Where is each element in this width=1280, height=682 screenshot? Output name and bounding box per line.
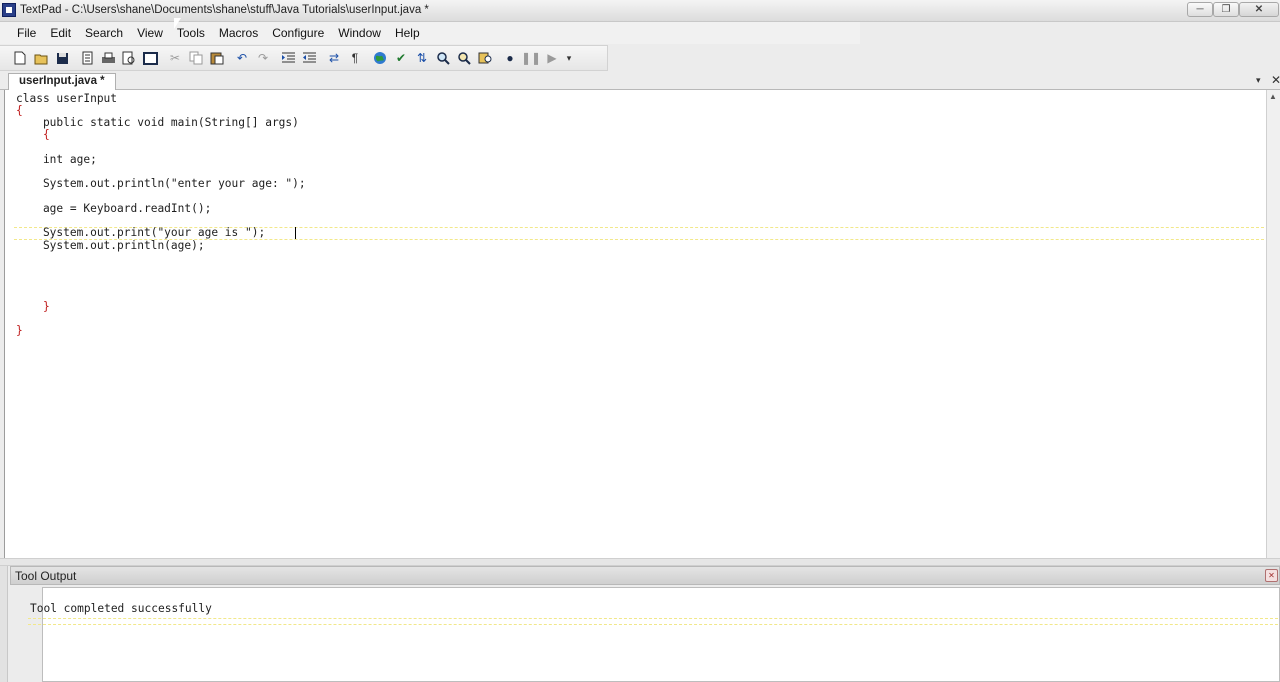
- editor-vertical-scrollbar[interactable]: [1266, 90, 1280, 558]
- minimize-button[interactable]: ─: [1187, 2, 1213, 17]
- code-line: {: [16, 128, 50, 141]
- menu-view[interactable]: View: [130, 26, 170, 40]
- code-line: age = Keyboard.readInt();: [16, 202, 212, 215]
- save-all-icon[interactable]: [77, 49, 97, 67]
- window-title: TextPad - C:\Users\shane\Documents\shane…: [20, 4, 429, 16]
- undo-icon[interactable]: ↶: [232, 49, 252, 67]
- menu-configure[interactable]: Configure: [265, 26, 331, 40]
- find-icon[interactable]: [433, 49, 453, 67]
- menu-search[interactable]: Search: [78, 26, 130, 40]
- tool-output-grip: [0, 566, 8, 682]
- print-preview-icon[interactable]: [119, 49, 139, 67]
- paste-icon[interactable]: [207, 49, 227, 67]
- copy-icon[interactable]: [186, 49, 206, 67]
- mouse-pointer-icon: [173, 17, 182, 30]
- code-editor[interactable]: [4, 90, 1266, 558]
- tool-output-header: Tool Output ✕: [10, 566, 1280, 585]
- code-line: }: [16, 324, 23, 337]
- tool-output-message: Tool completed successfully: [30, 602, 212, 615]
- menu-window[interactable]: Window: [331, 26, 388, 40]
- textpad-app-icon[interactable]: [2, 3, 16, 17]
- save-icon[interactable]: [52, 49, 72, 67]
- close-panel-icon[interactable]: ✕: [1265, 569, 1278, 582]
- redo-icon[interactable]: ↷: [253, 49, 273, 67]
- menu-bar: File Edit Search View Tools Macros Confi…: [0, 22, 860, 44]
- new-file-icon[interactable]: [10, 49, 30, 67]
- outdent-icon[interactable]: [299, 49, 319, 67]
- code-line: class userInput: [16, 92, 118, 105]
- panel-splitter[interactable]: [0, 558, 1280, 566]
- code-line: public static void main(String[] args): [16, 116, 299, 129]
- check-icon[interactable]: ✔: [391, 49, 411, 67]
- cut-icon[interactable]: ✂: [165, 49, 185, 67]
- sort-icon[interactable]: ⇅: [412, 49, 432, 67]
- indent-icon[interactable]: [278, 49, 298, 67]
- code-line: System.out.println("enter your age: ");: [16, 177, 306, 190]
- web-browser-icon[interactable]: [370, 49, 390, 67]
- maximize-button[interactable]: ❐: [1213, 2, 1239, 17]
- tool-output-title: Tool Output: [15, 569, 77, 583]
- menu-help[interactable]: Help: [388, 26, 427, 40]
- tab-dropdown-icon[interactable]: ▾: [1256, 75, 1261, 86]
- tab-userinput-java[interactable]: userInput.java *: [8, 73, 116, 90]
- word-wrap-icon[interactable]: ⇄: [324, 49, 344, 67]
- replace-icon[interactable]: [454, 49, 474, 67]
- menu-bar-filler: [860, 22, 1280, 44]
- menu-edit[interactable]: Edit: [43, 26, 78, 40]
- tool-output-body[interactable]: [42, 587, 1280, 682]
- document-tab-strip: userInput.java * ▾ ✕: [0, 72, 1280, 90]
- play-macro-icon[interactable]: ▶: [542, 49, 562, 67]
- text-cursor: [295, 227, 296, 239]
- close-window-button[interactable]: ✕: [1239, 2, 1279, 17]
- title-bar: TextPad - C:\Users\shane\Documents\shane…: [0, 0, 1280, 22]
- close-document-icon[interactable]: ✕: [1271, 73, 1280, 87]
- find-in-files-icon[interactable]: [475, 49, 495, 67]
- spell-check-icon[interactable]: [140, 49, 160, 67]
- output-line-highlight-top: [28, 618, 1278, 619]
- pilcrow-icon[interactable]: ¶: [345, 49, 365, 67]
- code-line: int age;: [16, 153, 97, 166]
- record-macro-icon[interactable]: ●: [500, 49, 520, 67]
- code-line: System.out.println(age);: [16, 239, 205, 252]
- scroll-up-icon[interactable]: ▲: [1267, 92, 1279, 104]
- output-line-highlight-bottom: [28, 624, 1278, 625]
- toolbar: ✂ ↶ ↷ ⇄ ¶ ✔ ⇅ ● ❚❚ ▶ ▾: [0, 45, 608, 71]
- print-icon[interactable]: [98, 49, 118, 67]
- pause-macro-icon[interactable]: ❚❚: [521, 49, 541, 67]
- code-line: System.out.print("your age is ");: [16, 226, 266, 239]
- menu-file[interactable]: File: [10, 26, 43, 40]
- menu-macros[interactable]: Macros: [212, 26, 265, 40]
- toolbar-overflow-icon[interactable]: ▾: [563, 49, 575, 67]
- code-line: }: [16, 300, 50, 313]
- open-folder-icon[interactable]: [31, 49, 51, 67]
